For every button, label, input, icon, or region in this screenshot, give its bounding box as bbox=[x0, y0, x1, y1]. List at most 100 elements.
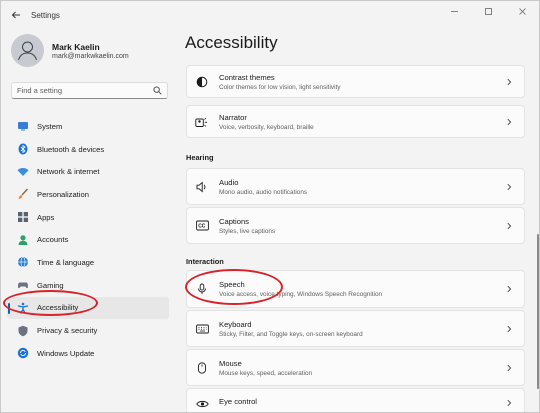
card-speech[interactable]: Speech Voice access, voice typing, Windo… bbox=[186, 270, 525, 308]
sidebar-item-label: Windows Update bbox=[37, 348, 95, 358]
window-controls bbox=[437, 1, 539, 21]
sidebar-item-label: Personalization bbox=[37, 189, 89, 199]
card-description: Mono audio, audio notifications bbox=[219, 188, 308, 196]
card-description: Sticky, Filter, and Toggle keys, on-scre… bbox=[219, 330, 363, 338]
card-description: Color themes for low vision, light sensi… bbox=[219, 83, 341, 91]
card-title: Contrast themes bbox=[219, 72, 275, 82]
sidebar-item-label: Bluetooth & devices bbox=[37, 144, 105, 154]
wifi-icon bbox=[17, 166, 29, 178]
svg-text:CC: CC bbox=[198, 224, 206, 230]
captions-icon: CC bbox=[195, 219, 209, 233]
settings-window: Settings Mark Kaelin mark@markwkaelin.co… bbox=[0, 0, 540, 413]
sidebar: Mark Kaelin mark@markwkaelin.com Find a … bbox=[1, 29, 177, 412]
chevron-right-icon bbox=[503, 116, 515, 128]
active-indicator bbox=[8, 302, 10, 314]
card-title: Narrator bbox=[219, 112, 247, 122]
avatar bbox=[11, 34, 44, 67]
page-title: Accessibility bbox=[185, 33, 278, 52]
sidebar-item-personalization[interactable]: Personalization bbox=[7, 183, 169, 206]
card-description: Mouse keys, speed, acceleration bbox=[219, 369, 313, 377]
sidebar-item-network[interactable]: Network & internet bbox=[7, 160, 169, 183]
card-narrator[interactable]: Narrator Voice, verbosity, keyboard, bra… bbox=[186, 105, 525, 138]
card-title: Audio bbox=[219, 177, 239, 187]
search-placeholder: Find a setting bbox=[17, 86, 63, 95]
search-icon bbox=[153, 86, 162, 95]
chevron-right-icon bbox=[503, 181, 515, 193]
sidebar-item-label: System bbox=[37, 121, 63, 131]
minimize-icon bbox=[450, 10, 458, 12]
section-heading-hearing: Hearing bbox=[186, 153, 214, 162]
eye-icon bbox=[195, 397, 209, 411]
gaming-icon bbox=[17, 279, 29, 291]
user-name: Mark Kaelin bbox=[52, 41, 100, 52]
shield-icon bbox=[17, 325, 29, 337]
card-audio[interactable]: Audio Mono audio, audio notifications bbox=[186, 168, 525, 205]
contrast-icon bbox=[195, 75, 209, 89]
close-button[interactable] bbox=[505, 1, 539, 21]
mouse-icon bbox=[195, 361, 209, 375]
title-bar: Settings bbox=[1, 1, 539, 29]
sidebar-item-gaming[interactable]: Gaming bbox=[7, 274, 169, 297]
chevron-right-icon bbox=[503, 397, 515, 409]
card-description: Voice, verbosity, keyboard, braille bbox=[219, 123, 314, 131]
sidebar-item-windows-update[interactable]: Windows Update bbox=[7, 342, 169, 365]
sidebar-item-system[interactable]: System bbox=[7, 115, 169, 138]
minimize-button[interactable] bbox=[437, 1, 471, 21]
sidebar-item-accessibility[interactable]: Accessibility bbox=[7, 296, 169, 320]
card-description: Voice access, voice typing, Windows Spee… bbox=[219, 291, 383, 298]
sidebar-item-apps[interactable]: Apps bbox=[7, 206, 169, 229]
window-title: Settings bbox=[31, 10, 60, 20]
user-profile[interactable]: Mark Kaelin mark@markwkaelin.com bbox=[11, 34, 129, 67]
chevron-right-icon bbox=[503, 283, 515, 295]
card-title: Speech bbox=[219, 280, 245, 289]
scrollbar[interactable] bbox=[537, 234, 539, 389]
narrator-icon bbox=[195, 115, 209, 129]
card-title: Keyboard bbox=[219, 319, 252, 329]
accessibility-icon bbox=[17, 302, 29, 314]
card-keyboard[interactable]: Keyboard Sticky, Filter, and Toggle keys… bbox=[186, 310, 525, 347]
apps-icon bbox=[17, 211, 29, 223]
sidebar-item-label: Network & internet bbox=[37, 167, 100, 177]
card-eye-control[interactable]: Eye control bbox=[186, 388, 525, 412]
brush-icon bbox=[17, 188, 29, 200]
section-heading-interaction: Interaction bbox=[186, 257, 224, 266]
sidebar-item-accounts[interactable]: Accounts bbox=[7, 228, 169, 251]
globe-icon bbox=[17, 256, 29, 268]
microphone-icon bbox=[195, 282, 209, 296]
chevron-right-icon bbox=[503, 220, 515, 232]
main-content: Accessibility Contrast themes Color them… bbox=[177, 29, 539, 412]
chevron-right-icon bbox=[503, 323, 515, 335]
card-description: Styles, live captions bbox=[219, 227, 276, 235]
chevron-right-icon bbox=[503, 362, 515, 374]
sidebar-item-label: Apps bbox=[37, 212, 55, 222]
card-mouse[interactable]: Mouse Mouse keys, speed, acceleration bbox=[186, 349, 525, 386]
card-title: Mouse bbox=[219, 358, 242, 368]
sidebar-nav: System Bluetooth & devices Network & int… bbox=[7, 115, 169, 365]
bluetooth-icon bbox=[17, 143, 29, 155]
close-icon bbox=[518, 7, 526, 15]
sidebar-item-time-language[interactable]: Time & language bbox=[7, 251, 169, 274]
back-button[interactable] bbox=[3, 2, 29, 28]
sidebar-item-label: Privacy & security bbox=[37, 326, 98, 336]
speaker-icon bbox=[195, 180, 209, 194]
card-captions[interactable]: CC Captions Styles, live captions bbox=[186, 207, 525, 244]
sidebar-item-label: Gaming bbox=[37, 280, 64, 290]
sidebar-item-label: Accounts bbox=[37, 235, 69, 245]
accounts-icon bbox=[17, 234, 29, 246]
sidebar-item-label: Time & language bbox=[37, 257, 95, 267]
keyboard-icon bbox=[195, 322, 209, 336]
sidebar-item-bluetooth[interactable]: Bluetooth & devices bbox=[7, 138, 169, 161]
maximize-button[interactable] bbox=[471, 1, 505, 21]
card-title: Captions bbox=[219, 216, 249, 226]
system-icon bbox=[17, 120, 29, 132]
update-icon bbox=[17, 347, 29, 359]
person-icon bbox=[18, 41, 37, 61]
sidebar-item-label: Accessibility bbox=[37, 303, 79, 313]
card-contrast-themes[interactable]: Contrast themes Color themes for low vis… bbox=[186, 65, 525, 98]
maximize-icon bbox=[484, 7, 492, 15]
card-title: Eye control bbox=[219, 397, 257, 406]
user-email: mark@markwkaelin.com bbox=[52, 52, 129, 60]
back-arrow-icon bbox=[11, 11, 20, 19]
search-input[interactable]: Find a setting bbox=[11, 82, 168, 99]
sidebar-item-privacy[interactable]: Privacy & security bbox=[7, 319, 169, 342]
